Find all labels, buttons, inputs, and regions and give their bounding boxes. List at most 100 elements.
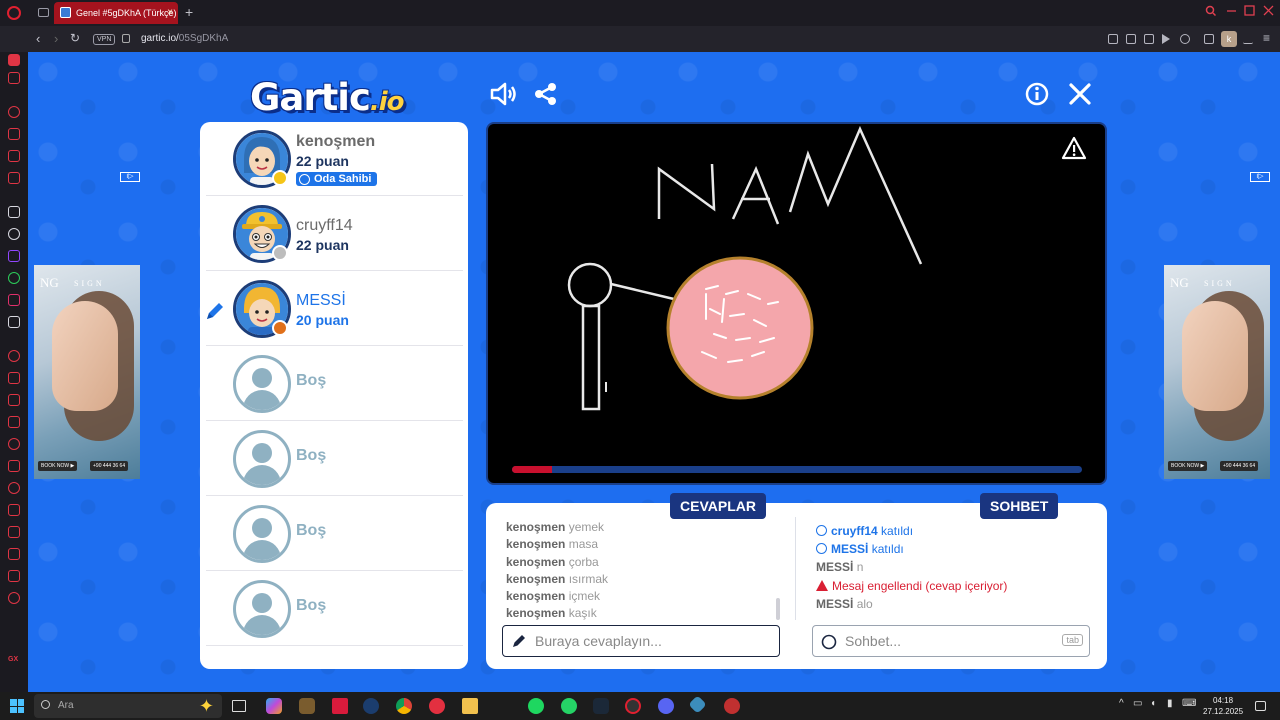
chatgpt-icon[interactable]: [8, 228, 20, 240]
gaming-icon[interactable]: [8, 72, 20, 84]
player-sidebar-icon[interactable]: [8, 350, 20, 362]
minimize-icon[interactable]: [1226, 5, 1237, 16]
x-twitter-icon[interactable]: [8, 316, 20, 328]
drawing-canvas[interactable]: [486, 122, 1107, 485]
tray-volume-icon[interactable]: ◖: [1150, 698, 1156, 709]
steam-taskbar-icon[interactable]: [593, 698, 609, 714]
gx-icon[interactable]: GX: [8, 656, 20, 668]
adchoices-icon[interactable]: i▷: [120, 172, 140, 182]
search-tabs-icon[interactable]: [1205, 5, 1216, 16]
close-room-icon[interactable]: [1068, 82, 1092, 106]
player-icon[interactable]: [1162, 34, 1170, 44]
answer-user: kenoşmen: [506, 571, 566, 586]
system-clock[interactable]: 04:18 27.12.2025: [1203, 695, 1243, 717]
file-explorer-icon[interactable]: [462, 698, 478, 714]
task-view-icon[interactable]: [232, 700, 246, 712]
extensions-icon[interactable]: [1204, 34, 1214, 44]
chrome-icon[interactable]: [396, 698, 412, 714]
menu-icon[interactable]: ≡: [1263, 31, 1270, 45]
news-icon[interactable]: [8, 150, 20, 162]
music-icon[interactable]: [8, 172, 20, 184]
downloads-sidebar-icon[interactable]: [8, 548, 20, 560]
instagram-icon[interactable]: [8, 294, 20, 306]
new-tab-icon[interactable]: +: [185, 4, 193, 20]
chat-input-box[interactable]: tab: [812, 625, 1090, 657]
answer-input-box[interactable]: [502, 625, 780, 657]
steam-icon[interactable]: [363, 698, 379, 714]
report-warning-icon[interactable]: [1061, 136, 1087, 160]
opera-logo-icon[interactable]: [7, 6, 21, 20]
player-row[interactable]: kenoşmen 22 puan Oda Sahibi: [206, 122, 463, 196]
close-tab-icon[interactable]: ×: [167, 2, 173, 24]
apps-icon[interactable]: [8, 416, 20, 428]
info-icon[interactable]: [1025, 82, 1049, 106]
history-icon[interactable]: [8, 482, 20, 494]
app-red-icon[interactable]: [332, 698, 348, 714]
ad-book-button[interactable]: BOOK NOW ▶: [38, 461, 78, 471]
opera-gx-taskbar-icon[interactable]: [625, 698, 641, 714]
sound-icon[interactable]: [490, 82, 518, 106]
wallet-sidebar-icon[interactable]: [8, 504, 20, 516]
browser-tab-active[interactable]: Genel #5gDKhA (Türkçe) ×: [54, 2, 178, 24]
download-icon[interactable]: [1243, 34, 1253, 44]
profile-avatar[interactable]: k: [1221, 31, 1237, 47]
taskbar-search[interactable]: Ara ✦: [34, 694, 222, 718]
answers-scrollbar[interactable]: [776, 598, 780, 620]
extensions-sidebar-icon[interactable]: [8, 570, 20, 582]
forward-icon[interactable]: ›: [54, 31, 58, 46]
whatsapp-taskbar-icon[interactable]: [561, 698, 577, 714]
gartic-logo[interactable]: Gartic.io: [250, 76, 405, 119]
chat-message: MESSİ n: [816, 558, 1096, 576]
twitch-red-icon[interactable]: [8, 128, 20, 140]
tab-manager-icon[interactable]: [38, 8, 49, 17]
app-circle-icon[interactable]: [724, 698, 740, 714]
tabs-sidebar-icon[interactable]: [8, 526, 20, 538]
heart-sidebar-icon[interactable]: [8, 438, 20, 450]
url-field[interactable]: gartic.io/05SgDKhA: [141, 33, 228, 44]
wallet-icon[interactable]: [1144, 34, 1154, 44]
settings-icon[interactable]: [8, 592, 20, 604]
minecraft-icon[interactable]: [299, 698, 315, 714]
tray-chevron-icon[interactable]: ^: [1119, 698, 1124, 709]
back-icon[interactable]: ‹: [36, 31, 40, 46]
send-icon[interactable]: [8, 372, 20, 384]
notifications-icon[interactable]: [1255, 701, 1266, 711]
windows-start-icon[interactable]: [10, 699, 24, 713]
maximize-icon[interactable]: [1244, 5, 1255, 16]
vpn-badge[interactable]: VPN: [93, 34, 116, 45]
close-window-icon[interactable]: [1263, 5, 1274, 16]
tray-network-icon[interactable]: ▭: [1133, 698, 1142, 709]
tray-mic-icon[interactable]: ▮: [1167, 698, 1173, 709]
twitch-icon[interactable]: [8, 250, 20, 262]
app-blue-icon[interactable]: [688, 695, 707, 714]
aria-icon[interactable]: [8, 206, 20, 218]
tray-keyboard-icon[interactable]: ⌨: [1182, 698, 1196, 709]
player-row-drawing[interactable]: MESSİ 20 puan: [206, 272, 463, 346]
heart-icon[interactable]: [1180, 34, 1190, 44]
pin-icon[interactable]: [1108, 34, 1118, 44]
spotify-icon[interactable]: [528, 698, 544, 714]
ad-banner-left[interactable]: NG SIGN BOOK NOW ▶ +90 444 36 64: [34, 265, 140, 479]
answer-text: içmek: [568, 589, 601, 604]
adchoices-icon[interactable]: i▷: [1250, 172, 1270, 182]
pinboard-icon[interactable]: [8, 460, 20, 472]
windows-taskbar: Ara ✦ ^ ▭ ◖ ▮ ⌨ 04:18 27.12.2025: [0, 692, 1280, 720]
reload-icon[interactable]: ↻: [70, 31, 80, 45]
ad-book-button[interactable]: BOOK NOW ▶: [1168, 461, 1208, 471]
share-icon[interactable]: [534, 82, 558, 106]
whatsapp-icon[interactable]: [8, 272, 20, 284]
player-row[interactable]: cruyff14 22 puan: [206, 197, 463, 271]
bag-icon[interactable]: [8, 394, 20, 406]
speed-dial-icon[interactable]: [8, 106, 20, 118]
chat-input[interactable]: [845, 632, 1045, 650]
lock-icon[interactable]: [122, 34, 130, 43]
app-record-icon[interactable]: [429, 698, 445, 714]
answer-input[interactable]: [535, 632, 765, 650]
chat-user: MESSİ: [816, 560, 854, 575]
home-icon[interactable]: [8, 54, 20, 66]
copilot-icon[interactable]: [266, 698, 282, 714]
browser-tab-bar: Genel #5gDKhA (Türkçe) × +: [0, 0, 1280, 26]
snapshot-icon[interactable]: [1126, 34, 1136, 44]
ad-banner-right[interactable]: NG SIGN BOOK NOW ▶ +90 444 36 64: [1164, 265, 1270, 479]
discord-icon[interactable]: [658, 698, 674, 714]
